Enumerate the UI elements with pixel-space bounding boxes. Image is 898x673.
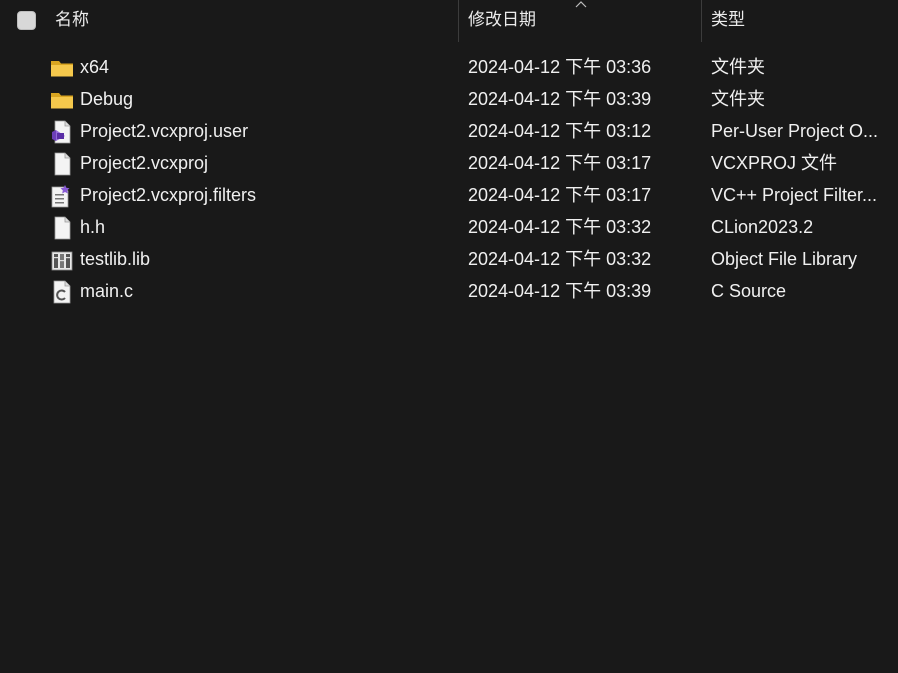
file-name: h.h	[80, 217, 106, 237]
file-modified-date: 2024-04-12 下午 03:17	[468, 185, 652, 205]
file-row[interactable]: h.h 2024-04-12 下午 03:32 CLion2023.2	[0, 211, 898, 243]
file-modified-date: 2024-04-12 下午 03:17	[468, 153, 652, 173]
file-name: main.c	[80, 281, 134, 301]
file-row[interactable]: Project2.vcxproj.user 2024-04-12 下午 03:1…	[0, 115, 898, 147]
file-row[interactable]: x64 2024-04-12 下午 03:36 文件夹	[0, 51, 898, 83]
column-divider[interactable]	[701, 0, 702, 42]
file-type: VCXPROJ 文件	[711, 153, 838, 173]
column-header-type[interactable]: 类型	[711, 0, 898, 42]
file-modified-date: 2024-04-12 下午 03:39	[468, 281, 652, 301]
file-type: Per-User Project O...	[711, 121, 879, 141]
file-name: Project2.vcxproj	[80, 153, 209, 173]
file-name: Project2.vcxproj.user	[80, 121, 249, 141]
file-row[interactable]: Debug 2024-04-12 下午 03:39 文件夹	[0, 83, 898, 115]
c-source-file-icon	[53, 280, 71, 304]
column-header-date[interactable]: 修改日期	[468, 0, 698, 42]
file-type: CLion2023.2	[711, 217, 814, 237]
folder-icon	[51, 61, 73, 77]
file-name: x64	[80, 57, 110, 77]
file-name: Debug	[80, 89, 134, 109]
file-modified-date: 2024-04-12 下午 03:32	[468, 217, 652, 237]
blank-file-icon	[54, 152, 71, 176]
file-name: Project2.vcxproj.filters	[80, 185, 257, 205]
column-header: 名称 修改日期 类型	[0, 0, 898, 42]
folder-icon	[51, 93, 73, 109]
library-file-icon	[51, 251, 73, 271]
file-name: testlib.lib	[80, 249, 151, 269]
file-type: VC++ Project Filter...	[711, 185, 878, 205]
file-modified-date: 2024-04-12 下午 03:12	[468, 121, 652, 141]
blank-file-icon	[54, 216, 71, 240]
column-header-name[interactable]: 名称	[55, 0, 455, 42]
visual-studio-file-icon	[52, 120, 71, 144]
file-list: x64 2024-04-12 下午 03:36 文件夹 Debug 2024-0…	[0, 51, 898, 307]
file-row[interactable]: testlib.lib 2024-04-12 下午 03:32 Object F…	[0, 243, 898, 275]
file-modified-date: 2024-04-12 下午 03:39	[468, 89, 652, 109]
file-modified-date: 2024-04-12 下午 03:32	[468, 249, 652, 269]
file-row[interactable]: Project2.vcxproj.filters 2024-04-12 下午 0…	[0, 179, 898, 211]
select-all-checkbox[interactable]	[17, 11, 36, 30]
file-type: Object File Library	[711, 249, 858, 269]
column-divider[interactable]	[458, 0, 459, 42]
file-type: 文件夹	[711, 89, 765, 109]
filters-file-icon	[51, 185, 70, 208]
file-type: 文件夹	[711, 57, 765, 77]
file-row[interactable]: main.c 2024-04-12 下午 03:39 C Source	[0, 275, 898, 307]
file-explorer: 名称 修改日期 类型 x64 2024-04-12 下午 03:36 文件夹 D…	[0, 0, 898, 673]
file-type: C Source	[711, 281, 787, 301]
file-row[interactable]: Project2.vcxproj 2024-04-12 下午 03:17 VCX…	[0, 147, 898, 179]
file-modified-date: 2024-04-12 下午 03:36	[468, 57, 652, 77]
